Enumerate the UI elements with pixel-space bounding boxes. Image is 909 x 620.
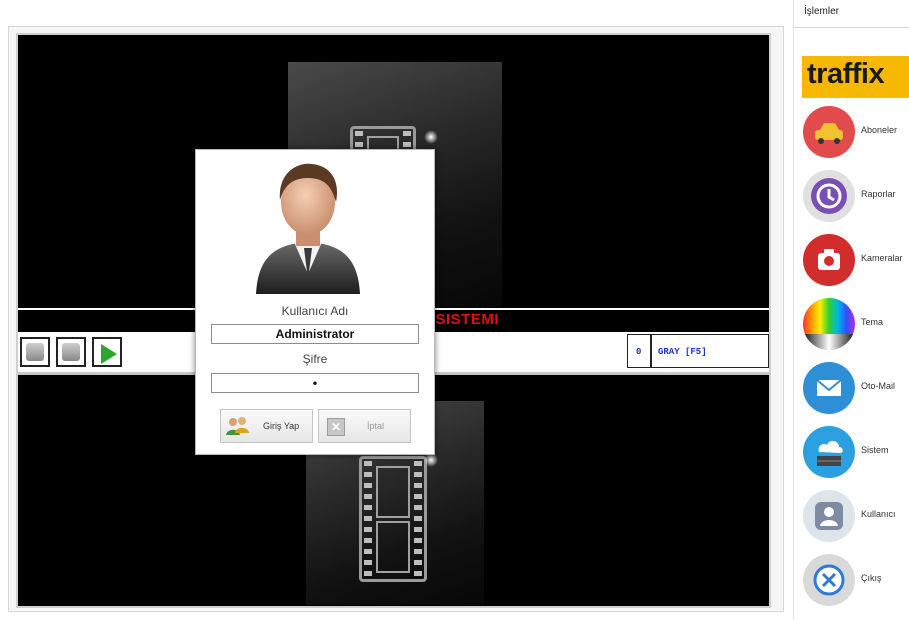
cancel-button-label: İptal <box>367 421 385 431</box>
password-input[interactable]: • <box>211 373 419 393</box>
sidebar-item-label: Aboneler <box>861 125 898 135</box>
brand-logo: traffix <box>802 56 909 98</box>
sidebar-item-kameralar[interactable]: Kameralar <box>797 230 909 290</box>
stop-icon <box>62 343 80 361</box>
sidebar-item-raporlar[interactable]: Raporlar <box>797 166 909 226</box>
color-mode-display[interactable]: GRAY [F5] <box>651 334 769 368</box>
sidebar-item-label: Kameralar <box>861 253 903 263</box>
sidebar-item-label: Tema <box>861 317 884 327</box>
user-icon <box>803 490 855 542</box>
play-icon <box>101 344 117 364</box>
history-icon <box>803 170 855 222</box>
user-avatar-icon <box>256 163 360 294</box>
sidebar-item-oto-mail[interactable]: Oto-Mail <box>797 358 909 418</box>
sidebar-item-label: Çıkış <box>861 573 882 583</box>
cloud-server-icon <box>803 426 855 478</box>
users-icon <box>226 417 249 435</box>
sidebar-header-title[interactable]: İşlemler <box>804 6 839 17</box>
sidebar-item-label: Kullanıcı <box>861 509 896 519</box>
mail-icon <box>803 362 855 414</box>
counter-value: 0 <box>636 347 642 357</box>
password-label: Şifre <box>302 352 328 366</box>
record-icon <box>26 343 44 361</box>
cancel-button[interactable]: ✕ İptal <box>318 409 411 443</box>
close-circle-icon <box>803 554 855 606</box>
stop-button[interactable] <box>56 337 86 367</box>
car-icon <box>803 106 855 158</box>
login-button[interactable]: Giriş Yap <box>220 409 313 443</box>
username-label: Kullanıcı Adı <box>281 304 349 318</box>
sidebar-item-kullanici[interactable]: Kullanıcı <box>797 486 909 546</box>
sidebar-header: İşlemler <box>794 0 909 28</box>
sidebar: İşlemler traffix Aboneler Raporlar Kamer… <box>793 0 909 620</box>
system-title: SISTEMI <box>435 311 499 328</box>
camera-icon <box>803 234 855 286</box>
close-icon: ✕ <box>327 418 345 436</box>
play-button[interactable] <box>92 337 122 367</box>
brand-logo-text: traffix <box>807 58 885 90</box>
color-bars-icon <box>803 298 855 350</box>
login-dialog: Kullanıcı Adı Administrator Şifre • Giri… <box>195 149 435 455</box>
sidebar-item-aboneler[interactable]: Aboneler <box>797 102 909 162</box>
sparkle-icon <box>424 453 438 467</box>
sidebar-item-sistem[interactable]: Sistem <box>797 422 909 482</box>
sidebar-item-label: Sistem <box>861 445 889 455</box>
record-button[interactable] <box>20 337 50 367</box>
sidebar-item-tema[interactable]: Tema <box>797 294 909 354</box>
login-button-label: Giriş Yap <box>263 421 300 431</box>
film-icon <box>359 456 427 582</box>
sidebar-item-label: Raporlar <box>861 189 896 199</box>
counter-display: 0 <box>627 334 651 368</box>
sidebar-item-label: Oto-Mail <box>861 381 896 391</box>
color-mode-label: GRAY [F5] <box>658 347 707 357</box>
username-input[interactable]: Administrator <box>211 324 419 344</box>
sidebar-item-cikis[interactable]: Çıkış <box>797 550 909 610</box>
sparkle-icon <box>424 130 438 144</box>
